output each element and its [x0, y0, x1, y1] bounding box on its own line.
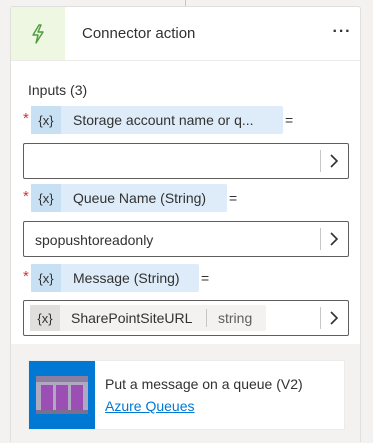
message-field[interactable]: {x} SharePointSiteURL string — [23, 300, 349, 336]
param-token[interactable]: {x} Queue Name (String) — [31, 184, 227, 212]
header-icon-box — [11, 7, 65, 60]
token-divider — [206, 309, 207, 327]
field-divider — [320, 307, 321, 329]
equals-sign: = — [285, 112, 294, 128]
queue-name-field[interactable]: spopushtoreadonly — [23, 221, 349, 257]
param-token[interactable]: {x} Storage account name or q... — [31, 106, 283, 134]
param-queue-name: * {x} Queue Name (String) = — [23, 184, 353, 212]
chevron-right-icon[interactable] — [326, 230, 342, 248]
action-title: Put a message on a queue (V2) — [105, 376, 303, 392]
connector-action-card: Connector action ··· Inputs (3) * {x} St… — [10, 6, 361, 443]
connector-link[interactable]: Azure Queues — [105, 398, 195, 414]
card-title: Connector action — [82, 25, 196, 42]
expression-icon: {x} — [31, 184, 61, 212]
expression-icon: {x} — [30, 305, 60, 331]
expression-icon: {x} — [31, 106, 61, 134]
param-message: * {x} Message (String) = — [23, 264, 353, 292]
param-label: Queue Name (String) — [73, 190, 207, 206]
token-name: SharePointSiteURL — [71, 310, 193, 326]
param-token[interactable]: {x} Message (String) — [31, 264, 199, 292]
param-label: Storage account name or q... — [73, 112, 254, 128]
param-storage-account: * {x} Storage account name or q... = — [23, 106, 353, 134]
chevron-right-icon[interactable] — [326, 152, 342, 170]
action-info-card: Put a message on a queue (V2) Azure Queu… — [28, 360, 345, 430]
equals-sign: = — [201, 270, 210, 286]
more-options-button[interactable]: ··· — [331, 21, 353, 43]
lightning-bolt-icon — [32, 23, 44, 44]
azure-queues-icon — [36, 376, 88, 414]
token-type: string — [218, 310, 253, 326]
field-divider — [320, 228, 321, 250]
expression-icon: {x} — [31, 264, 61, 292]
required-indicator: * — [23, 268, 29, 285]
inputs-heading: Inputs (3) — [28, 82, 88, 98]
chevron-right-icon[interactable] — [326, 309, 342, 327]
action-icon-box — [29, 361, 95, 429]
field-divider — [320, 150, 321, 172]
param-label: Message (String) — [73, 270, 180, 286]
storage-account-field[interactable] — [23, 143, 349, 179]
required-indicator: * — [23, 188, 29, 205]
dynamic-content-token[interactable]: {x} SharePointSiteURL string — [30, 305, 266, 331]
field-value: spopushtoreadonly — [35, 232, 154, 248]
card-header[interactable]: Connector action ··· — [11, 7, 360, 61]
equals-sign: = — [229, 190, 238, 206]
required-indicator: * — [23, 110, 29, 127]
